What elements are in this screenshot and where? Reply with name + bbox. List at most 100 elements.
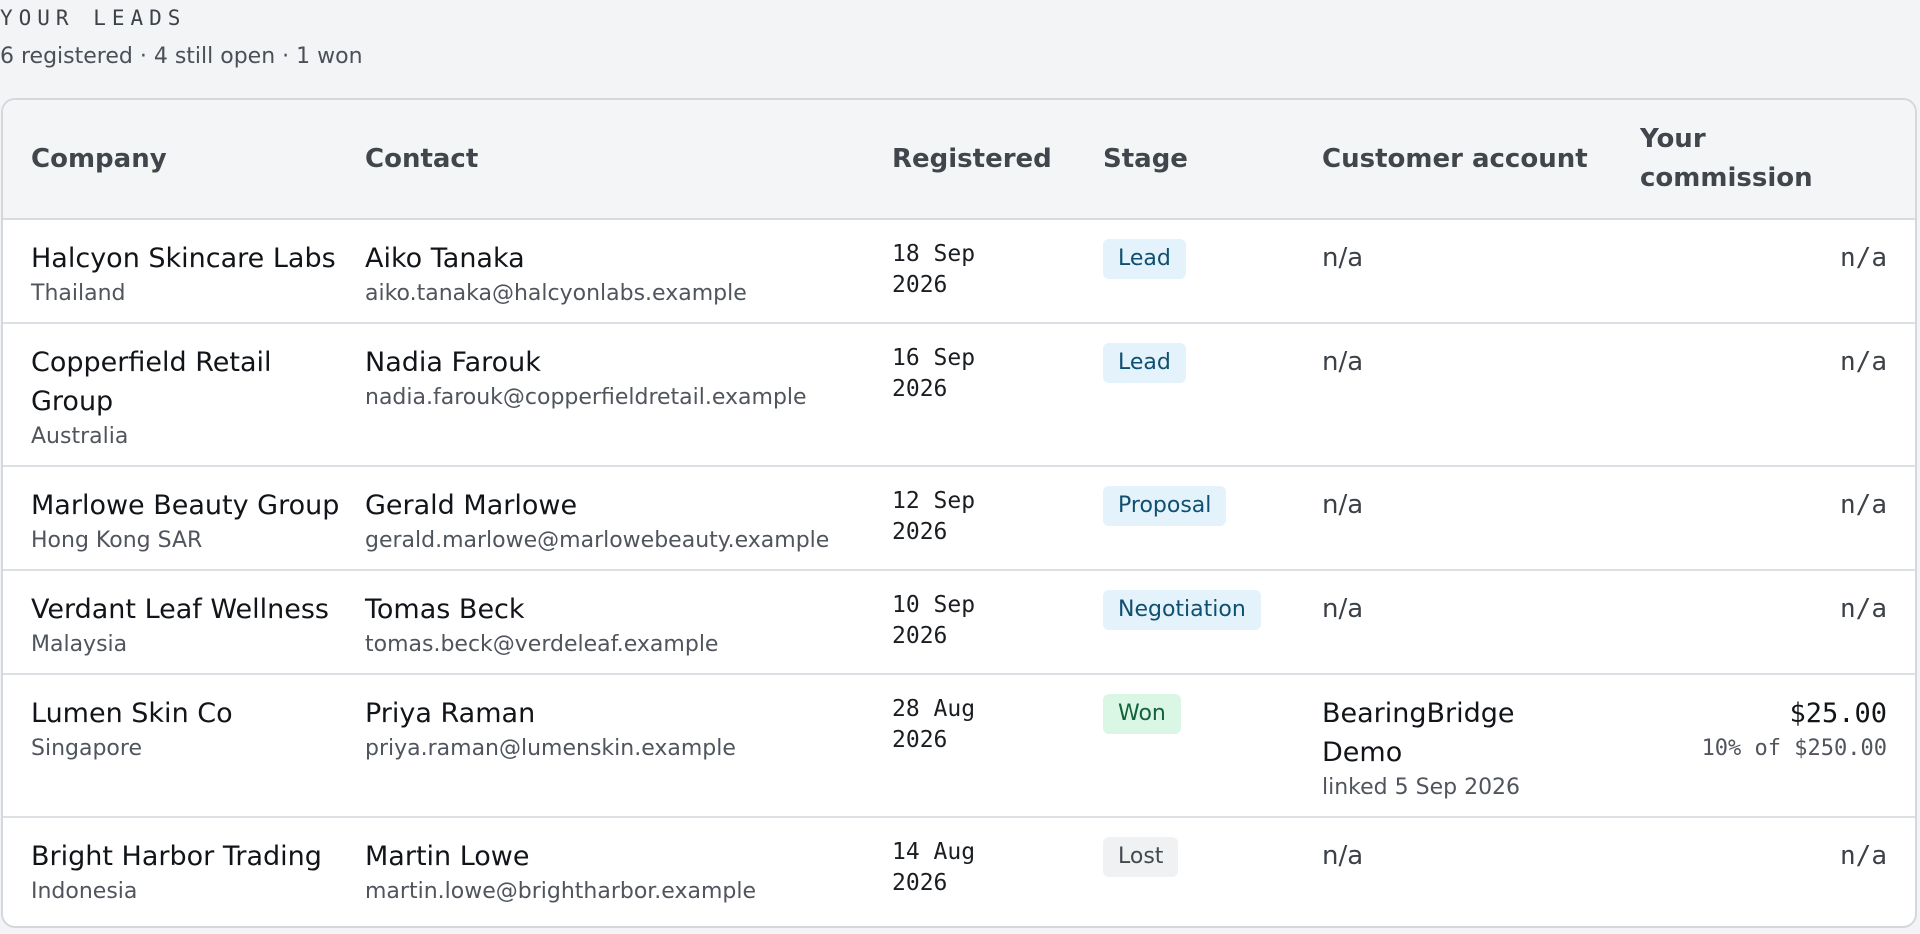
cell-customer-account: n/a [1322, 466, 1640, 571]
cell-registered: 12 Sep 2026 [892, 466, 1103, 571]
cell-customer-account: n/a [1322, 323, 1640, 467]
contact-email: aiko.tanaka@halcyonlabs.example [365, 281, 747, 306]
cell-contact: Gerald Marlowe gerald.marlowe@marlowebea… [365, 466, 892, 571]
customer-account-value: n/a [1322, 347, 1364, 377]
registered-date: 18 Sep 2026 [892, 241, 976, 298]
cell-commission: $25.00 10% of $250.00 [1640, 674, 1915, 818]
cell-contact: Tomas Beck tomas.beck@verdeleaf.example [365, 570, 892, 675]
stage-badge: Lead [1103, 239, 1186, 279]
stage-badge: Lead [1103, 343, 1186, 383]
registered-date: 16 Sep 2026 [892, 345, 976, 402]
contact-name: Aiko Tanaka [365, 243, 525, 274]
column-header-contact: Contact [365, 100, 892, 220]
column-header-commission-label: Your commission [1640, 124, 1813, 193]
contact-name: Nadia Farouk [365, 347, 541, 378]
contact-name: Martin Lowe [365, 841, 530, 872]
cell-stage: Lead [1103, 219, 1322, 324]
cell-company: Halcyon Skincare Labs Thailand [3, 219, 365, 324]
cell-registered: 16 Sep 2026 [892, 323, 1103, 467]
column-header-commission: Your commission [1640, 100, 1915, 220]
cell-commission: n/a [1640, 817, 1915, 920]
company-name: Halcyon Skincare Labs [31, 243, 336, 274]
cell-registered: 28 Aug 2026 [892, 674, 1103, 818]
table-row: Marlowe Beauty Group Hong Kong SAR Geral… [3, 466, 1915, 571]
commission-value: n/a [1840, 490, 1887, 520]
cell-contact: Martin Lowe martin.lowe@brightharbor.exa… [365, 817, 892, 920]
cell-company: Verdant Leaf Wellness Malaysia [3, 570, 365, 675]
commission-value: n/a [1840, 841, 1887, 871]
cell-stage: Negotiation [1103, 570, 1322, 675]
cell-customer-account: n/a [1322, 570, 1640, 675]
stage-badge: Won [1103, 694, 1181, 734]
company-name: Marlowe Beauty Group [31, 490, 340, 521]
cell-registered: 14 Aug 2026 [892, 817, 1103, 920]
company-country: Hong Kong SAR [31, 528, 203, 553]
cell-company: Lumen Skin Co Singapore [3, 674, 365, 818]
customer-account-value: n/a [1322, 841, 1364, 871]
contact-email: nadia.farouk@copperfieldretail.example [365, 385, 807, 410]
section-eyebrow: YOUR LEADS [0, 6, 187, 30]
cell-stage: Proposal [1103, 466, 1322, 571]
cell-company: Copperfield Retail Group Australia [3, 323, 365, 467]
company-name: Copperfield Retail Group [31, 347, 272, 417]
company-country: Malaysia [31, 632, 128, 657]
cell-customer-account: n/a [1322, 219, 1640, 324]
cell-contact: Aiko Tanaka aiko.tanaka@halcyonlabs.exam… [365, 219, 892, 324]
customer-account-value: n/a [1322, 243, 1364, 273]
commission-value: n/a [1840, 594, 1887, 624]
cell-commission: n/a [1640, 323, 1915, 467]
stage-badge: Lost [1103, 837, 1179, 877]
company-country: Indonesia [31, 879, 138, 904]
contact-email: tomas.beck@verdeleaf.example [365, 632, 719, 657]
company-country: Singapore [31, 736, 142, 761]
cell-customer-account: n/a [1322, 817, 1640, 920]
table-row: Copperfield Retail Group Australia Nadia… [3, 323, 1915, 467]
cell-stage: Won [1103, 674, 1322, 818]
table-header: Company Contact Registered Stage Custome… [3, 100, 1915, 220]
registered-date: 14 Aug 2026 [892, 839, 976, 896]
company-country: Australia [31, 424, 129, 449]
contact-email: priya.raman@lumenskin.example [365, 736, 736, 761]
column-header-registered: Registered [892, 100, 1103, 220]
company-name: Verdant Leaf Wellness [31, 594, 329, 625]
contact-name: Priya Raman [365, 698, 536, 729]
cell-commission: n/a [1640, 466, 1915, 571]
company-name: Bright Harbor Trading [31, 841, 322, 872]
cell-stage: Lost [1103, 817, 1322, 920]
company-name: Lumen Skin Co [31, 698, 233, 729]
company-country: Thailand [31, 281, 126, 306]
table-row: Verdant Leaf Wellness Malaysia Tomas Bec… [3, 570, 1915, 675]
customer-account-linked-date: linked 5 Sep 2026 [1322, 775, 1521, 800]
stage-badge: Proposal [1103, 486, 1227, 526]
table-row: Bright Harbor Trading Indonesia Martin L… [3, 817, 1915, 920]
cell-stage: Lead [1103, 323, 1322, 467]
cell-contact: Priya Raman priya.raman@lumenskin.exampl… [365, 674, 892, 818]
column-header-stage: Stage [1103, 100, 1322, 220]
cell-company: Bright Harbor Trading Indonesia [3, 817, 365, 920]
registered-date: 10 Sep 2026 [892, 592, 976, 649]
contact-email: martin.lowe@brightharbor.example [365, 879, 756, 904]
cell-company: Marlowe Beauty Group Hong Kong SAR [3, 466, 365, 571]
customer-account-value: n/a [1322, 490, 1364, 520]
cell-customer-account: BearingBridge Demo linked 5 Sep 2026 [1322, 674, 1640, 818]
contact-email: gerald.marlowe@marlowebeauty.example [365, 528, 830, 553]
commission-value: n/a [1840, 347, 1887, 377]
leads-table-card: Company Contact Registered Stage Custome… [1, 98, 1917, 928]
column-header-customer-account: Customer account [1322, 100, 1640, 220]
table-row: Halcyon Skincare Labs Thailand Aiko Tana… [3, 219, 1915, 324]
cell-registered: 10 Sep 2026 [892, 570, 1103, 675]
customer-account-value: n/a [1322, 594, 1364, 624]
contact-name: Tomas Beck [365, 594, 525, 625]
customer-account-link[interactable]: BearingBridge Demo [1322, 694, 1552, 772]
registered-date: 28 Aug 2026 [892, 696, 976, 753]
cell-commission: n/a [1640, 219, 1915, 324]
commission-detail: 10% of $250.00 [1701, 736, 1887, 761]
registered-date: 12 Sep 2026 [892, 488, 976, 545]
leads-table: Company Contact Registered Stage Custome… [3, 100, 1915, 920]
leads-summary: 6 registered · 4 still open · 1 won [0, 44, 363, 69]
stage-badge: Negotiation [1103, 590, 1261, 630]
contact-name: Gerald Marlowe [365, 490, 578, 521]
commission-value: $25.00 [1789, 698, 1887, 729]
table-row: Lumen Skin Co Singapore Priya Raman priy… [3, 674, 1915, 818]
commission-value: n/a [1840, 243, 1887, 273]
